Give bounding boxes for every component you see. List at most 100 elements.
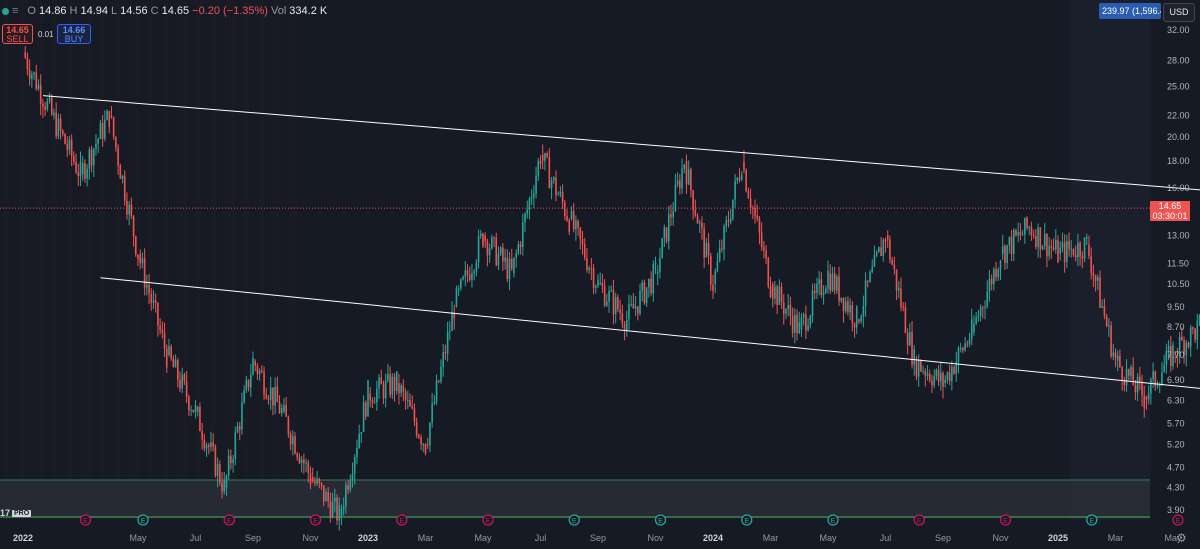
candle-body bbox=[146, 284, 148, 288]
candle-body bbox=[1145, 397, 1148, 400]
candle-body bbox=[440, 366, 442, 382]
candle-body bbox=[241, 402, 243, 430]
buy-button[interactable]: 14.66 BUY bbox=[57, 24, 91, 44]
candle-body bbox=[672, 211, 674, 218]
candle-body bbox=[236, 426, 239, 433]
candle-body bbox=[243, 390, 245, 403]
candle-body bbox=[829, 273, 832, 291]
candle-body bbox=[110, 115, 113, 118]
candle-body bbox=[851, 304, 854, 324]
candle-body bbox=[261, 370, 263, 373]
candle-body bbox=[1039, 227, 1042, 250]
candle-body bbox=[867, 280, 869, 282]
candle-body bbox=[537, 160, 540, 176]
candle-body bbox=[254, 360, 257, 366]
price-chart[interactable]: 32.00 28.00 25.00 22.00 20.00 18.00 16.00 13.00… bbox=[0, 0, 1200, 549]
candle-body bbox=[245, 379, 248, 391]
candle-body bbox=[141, 258, 144, 264]
candle-body bbox=[389, 373, 391, 395]
candle-body bbox=[864, 280, 867, 307]
candle-body bbox=[161, 330, 164, 333]
candle-body bbox=[517, 244, 520, 254]
candle-body bbox=[999, 261, 1002, 270]
candle-body bbox=[539, 160, 542, 165]
candle-body bbox=[734, 180, 736, 200]
candle-body bbox=[37, 84, 40, 89]
candle-body bbox=[811, 290, 814, 316]
candle-body bbox=[1196, 320, 1199, 340]
candle-body bbox=[690, 169, 692, 191]
gear-icon[interactable]: ⚙ bbox=[1176, 531, 1187, 545]
candle-body bbox=[827, 270, 829, 289]
candle-body bbox=[592, 268, 595, 288]
candle-body bbox=[108, 111, 111, 128]
candle-body bbox=[1035, 236, 1037, 247]
candle-body bbox=[782, 302, 785, 314]
candle-body bbox=[1187, 342, 1190, 347]
open-value: 14.86 bbox=[38, 5, 67, 17]
candle-body bbox=[296, 453, 299, 458]
candle-body bbox=[721, 248, 723, 250]
candle-body bbox=[1194, 328, 1196, 340]
axis-price-label: 239.97 (1,596.4 bbox=[1099, 3, 1161, 19]
x-tick-label: May bbox=[474, 533, 492, 543]
candle-body bbox=[44, 106, 46, 110]
current-price-label: 14.65 03:30:01 bbox=[1150, 201, 1190, 221]
candle-body bbox=[824, 288, 827, 294]
candle-body bbox=[787, 304, 789, 310]
candle-body bbox=[134, 236, 137, 255]
candle-body bbox=[1030, 226, 1033, 236]
x-tick-label: Mar bbox=[418, 533, 434, 543]
candle-body bbox=[424, 444, 427, 454]
candle-body bbox=[1161, 372, 1163, 385]
candle-body bbox=[249, 374, 252, 388]
candle-body bbox=[24, 52, 27, 58]
candle-body bbox=[606, 301, 608, 306]
x-tick-label: 2023 bbox=[358, 533, 378, 543]
earnings-marker-label: E bbox=[744, 518, 749, 525]
menu-icon[interactable]: ≡ bbox=[12, 5, 18, 17]
candle-body bbox=[1094, 275, 1097, 281]
candle-body bbox=[535, 175, 537, 194]
candle-body bbox=[382, 384, 385, 399]
candle-body bbox=[1006, 245, 1008, 263]
candle-body bbox=[561, 191, 564, 203]
candle-body bbox=[743, 161, 745, 171]
currency-selector[interactable]: USD bbox=[1163, 3, 1195, 22]
candle-body bbox=[504, 257, 506, 262]
sell-button[interactable]: 14.65 SELL bbox=[2, 24, 33, 44]
y-tick-label: 16.00 bbox=[1167, 183, 1190, 193]
candle-body bbox=[588, 268, 590, 271]
buy-label: BUY bbox=[64, 34, 84, 44]
candle-body bbox=[165, 348, 168, 368]
candle-body bbox=[754, 208, 756, 216]
candle-body bbox=[340, 508, 343, 516]
candle-body bbox=[1068, 240, 1070, 250]
candle-body bbox=[515, 253, 517, 258]
candle-body bbox=[533, 193, 535, 198]
candle-body bbox=[92, 148, 95, 166]
candle-body bbox=[966, 343, 969, 345]
tradingview-logo[interactable]: 17 PRO bbox=[0, 508, 32, 518]
candle-body bbox=[621, 313, 624, 324]
candle-body bbox=[732, 199, 734, 219]
candle-body bbox=[648, 278, 650, 288]
candle-body bbox=[798, 322, 801, 334]
candle-body bbox=[853, 323, 856, 328]
candle-body bbox=[917, 360, 920, 377]
earnings-marker-label: E bbox=[399, 518, 404, 525]
candle-body bbox=[924, 371, 927, 376]
candle-body bbox=[1105, 316, 1108, 327]
candle-body bbox=[342, 506, 345, 509]
candle-body bbox=[252, 357, 254, 375]
candle-body bbox=[84, 163, 86, 179]
candle-body bbox=[1110, 325, 1112, 357]
candle-body bbox=[455, 288, 458, 307]
candle-body bbox=[121, 175, 124, 179]
candle-body bbox=[1092, 272, 1095, 276]
chart-window: 32.00 28.00 25.00 22.00 20.00 18.00 16.00 13.00… bbox=[0, 0, 1200, 549]
candle-body bbox=[1152, 371, 1154, 380]
candle-body bbox=[942, 372, 944, 387]
candle-body bbox=[177, 360, 179, 380]
candle-body bbox=[840, 297, 843, 301]
